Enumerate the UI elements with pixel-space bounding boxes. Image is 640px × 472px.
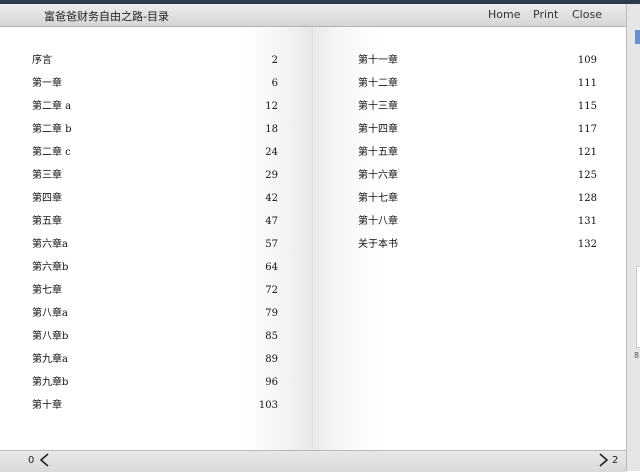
toc-chapter-title: 第三章 [32,170,62,181]
toc-chapter-title: 第十章 [32,400,62,411]
toc-entry[interactable]: 第十二章 111 [358,77,597,100]
toc-page-number: 85 [265,331,278,342]
toc-page-number: 2 [271,55,278,66]
toc-entry[interactable]: 第九章b 96 [32,376,278,399]
toc-entry[interactable]: 第一章 6 [32,77,278,100]
toc-entry[interactable]: 第十六章 125 [358,169,597,192]
toc-entry[interactable]: 第五章 47 [32,215,278,238]
edge-panel [636,266,640,348]
toc-page-number: 57 [265,239,278,250]
toc-entry[interactable]: 第二章 a 12 [32,100,278,123]
toc-entry[interactable]: 关于本书 132 [358,238,597,261]
toc-page-number: 12 [265,101,278,112]
toc-page-number: 121 [577,147,597,158]
toc-entry[interactable]: 第十七章 128 [358,192,597,215]
toc-chapter-title: 第十二章 [358,78,398,89]
toc-chapter-title: 第七章 [32,285,62,296]
background-window-edge: 8 [626,4,640,471]
toc-chapter-title: 第二章 c [32,147,71,158]
toc-entry[interactable]: 第十章 103 [32,399,278,422]
print-link[interactable]: Print [533,8,558,21]
toolbar: 富爸爸财务自由之路-目录 Home Print Close [0,4,626,27]
toc-chapter-title: 第一章 [32,78,62,89]
left-page-number: 0 [28,455,35,466]
toc-page-number: 96 [265,377,278,388]
toc-page-number: 103 [258,400,278,411]
edge-text: 8 [634,351,640,360]
book-spread: 序言 2 第一章 6 第二章 a 12 第二章 b 18 第二章 c 24 第三章 29 第四章 42 第五… [0,27,626,450]
toc-chapter-title: 第六章a [32,239,68,250]
toc-chapter-title: 第十七章 [358,193,398,204]
toc-page-number: 115 [577,101,597,112]
toc-entry[interactable]: 第八章b 85 [32,330,278,353]
toc-page-number: 29 [265,170,278,181]
toc-chapter-title: 第十一章 [358,55,398,66]
toc-chapter-title: 第十五章 [358,147,398,158]
chevron-right-icon[interactable] [596,452,610,468]
book-spine [312,27,313,450]
toc-page-number: 42 [265,193,278,204]
toc-chapter-title: 第十三章 [358,101,398,112]
toc-list-right: 第十一章 109 第十二章 111 第十三章 115 第十四章 117 第十五章 121 第十六章 1… [358,54,597,261]
edge-accent [635,30,640,44]
toc-chapter-title: 第六章b [32,262,69,273]
toc-page-number: 132 [577,239,597,250]
toc-chapter-title: 第十四章 [358,124,398,135]
toc-entry[interactable]: 第九章a 89 [32,353,278,376]
toc-page-number: 47 [265,216,278,227]
toc-entry[interactable]: 第六章a 57 [32,238,278,261]
toc-page-number: 117 [577,124,597,135]
toc-page-number: 24 [265,147,278,158]
toc-list-left: 序言 2 第一章 6 第二章 a 12 第二章 b 18 第二章 c 24 第三章 29 第四章 42 第五… [32,54,278,422]
toc-entry[interactable]: 第二章 b 18 [32,123,278,146]
toc-entry[interactable]: 第八章a 79 [32,307,278,330]
toc-chapter-title: 第八章a [32,308,68,319]
toc-entry[interactable]: 第七章 72 [32,284,278,307]
toc-page-number: 18 [265,124,278,135]
toc-chapter-title: 关于本书 [358,239,398,250]
toc-page-number: 128 [577,193,597,204]
toc-entry[interactable]: 第十四章 117 [358,123,597,146]
toc-entry[interactable]: 第四章 42 [32,192,278,215]
toc-entry[interactable]: 第十五章 121 [358,146,597,169]
toc-entry[interactable]: 第十三章 115 [358,100,597,123]
toc-page-number: 6 [271,78,278,89]
toc-entry[interactable]: 第六章b 64 [32,261,278,284]
page-navigation-bar: 0 2 [0,450,626,472]
toc-entry[interactable]: 序言 2 [32,54,278,77]
toc-entry[interactable]: 第三章 29 [32,169,278,192]
toc-page-number: 64 [265,262,278,273]
toc-page-number: 72 [265,285,278,296]
home-link[interactable]: Home [488,8,520,21]
toc-chapter-title: 第十六章 [358,170,398,181]
toc-page-number: 79 [265,308,278,319]
toc-page-number: 89 [265,354,278,365]
page-title: 富爸爸财务自由之路-目录 [44,10,169,23]
toc-entry[interactable]: 第十一章 109 [358,54,597,77]
close-link[interactable]: Close [572,8,602,21]
toc-chapter-title: 第九章b [32,377,69,388]
toc-page-number: 111 [577,78,597,89]
chevron-left-icon[interactable] [38,452,52,468]
toc-page-number: 125 [577,170,597,181]
toc-chapter-title: 第五章 [32,216,62,227]
right-page-number: 2 [612,455,619,466]
toc-chapter-title: 第四章 [32,193,62,204]
toc-chapter-title: 第九章a [32,354,68,365]
toc-chapter-title: 序言 [32,55,52,66]
toc-chapter-title: 第十八章 [358,216,398,227]
toc-entry[interactable]: 第二章 c 24 [32,146,278,169]
toc-chapter-title: 第八章b [32,331,69,342]
toc-chapter-title: 第二章 b [32,124,72,135]
toc-chapter-title: 第二章 a [32,101,72,112]
toc-entry[interactable]: 第十八章 131 [358,215,597,238]
toc-page-number: 131 [577,216,597,227]
toc-page-number: 109 [577,55,597,66]
